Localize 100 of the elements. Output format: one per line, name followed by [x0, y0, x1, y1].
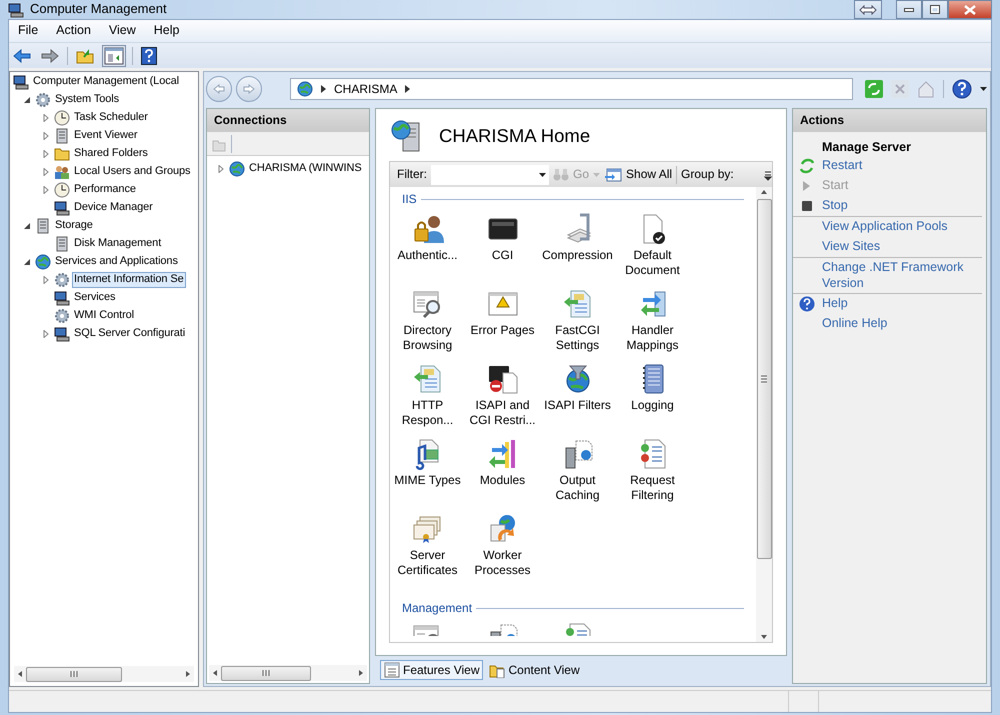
back-button[interactable] — [11, 46, 33, 64]
grip-icon — [70, 671, 78, 677]
view-tab[interactable]: Features View — [380, 660, 484, 680]
feature-item[interactable]: FastCGI Settings — [540, 288, 615, 363]
console-tree-button[interactable] — [102, 44, 126, 66]
menu-item[interactable]: Action — [47, 23, 100, 39]
feature-item[interactable]: ISAPI and CGI Restri... — [465, 363, 540, 438]
help-icon — [141, 46, 157, 64]
scrollbar-thumb[interactable] — [221, 666, 311, 680]
close-button[interactable] — [948, 0, 992, 19]
refresh-icon[interactable] — [865, 80, 883, 98]
breadcrumb-item[interactable]: CHARISMA — [334, 82, 398, 96]
caret-icon — [593, 172, 600, 176]
tree-item[interactable]: Internet Information Se — [72, 272, 186, 288]
tree-item[interactable]: Performance — [72, 182, 138, 198]
scrollbar-thumb[interactable] — [26, 666, 122, 682]
document-arrow-icon — [412, 363, 444, 395]
feature-item[interactable]: Output Caching — [540, 438, 615, 513]
globe-icon — [35, 254, 51, 270]
expander-icon[interactable] — [23, 222, 31, 230]
help-icon[interactable] — [952, 79, 972, 99]
toolbar-overflow-icon[interactable] — [764, 168, 772, 180]
feature-item[interactable]: MIME Types — [390, 438, 465, 513]
feature-item[interactable]: Directory Browsing — [390, 288, 465, 363]
right-arrow-icon — [243, 84, 255, 94]
computer-icon — [8, 2, 24, 18]
scrollbar-thumb[interactable] — [756, 199, 772, 559]
pane-header: Actions — [793, 109, 986, 132]
tree-item[interactable]: Shared Folders — [72, 146, 150, 162]
forward-button[interactable] — [39, 46, 61, 64]
computer-icon — [54, 200, 70, 216]
expander-icon[interactable] — [23, 258, 31, 266]
horizontal-scrollbar[interactable] — [209, 665, 367, 681]
caret-icon[interactable] — [980, 87, 987, 91]
feature-item[interactable]: Authentic... — [390, 213, 465, 288]
feature-item[interactable]: Worker Processes — [465, 513, 540, 588]
back-button[interactable] — [206, 76, 232, 102]
tree-item[interactable]: Device Manager — [72, 200, 155, 216]
group-header: Management — [402, 600, 472, 616]
feature-item[interactable]: Default Document — [615, 213, 690, 288]
tree-item[interactable]: Disk Management — [72, 236, 164, 252]
feature-item[interactable]: CGI — [465, 213, 540, 288]
menu-item[interactable]: Help — [144, 23, 188, 39]
computer-icon — [54, 326, 70, 342]
feature-item[interactable]: Logging — [615, 363, 690, 438]
feature-item[interactable]: Error Pages — [465, 288, 540, 363]
minimize-button[interactable] — [896, 0, 922, 19]
home-icon[interactable] — [917, 80, 935, 98]
tree-item[interactable]: Services — [72, 290, 118, 306]
forward-button[interactable] — [236, 76, 262, 102]
tree-item[interactable]: Local Users and Groups — [72, 164, 192, 180]
action-link[interactable]: View Sites — [822, 239, 880, 255]
tree-item[interactable]: WMI Control — [72, 308, 136, 324]
expander-icon[interactable] — [23, 96, 31, 104]
grip-icon — [761, 375, 767, 383]
tree-item[interactable]: Task Scheduler — [72, 110, 150, 126]
help-icon — [799, 296, 815, 312]
people-icon — [54, 164, 70, 180]
feature-item[interactable]: Server Certificates — [390, 513, 465, 588]
show-all-button[interactable]: Show All — [604, 166, 672, 182]
stop-icon[interactable] — [891, 80, 909, 98]
menu-item[interactable]: View — [100, 23, 145, 39]
feature-item[interactable]: Compression — [540, 213, 615, 288]
feature-item[interactable]: Request Filtering — [615, 438, 690, 513]
feature-item[interactable]: Modules — [465, 438, 540, 513]
action-link[interactable]: Stop — [822, 198, 848, 214]
maximize-button[interactable] — [922, 0, 948, 19]
action-link[interactable]: View Application Pools — [822, 219, 948, 235]
feature-item[interactable]: ISAPI Filters — [540, 363, 615, 438]
tree-item[interactable]: Event Viewer — [72, 128, 140, 144]
action-link[interactable]: Help — [822, 296, 848, 312]
tree-item[interactable]: Storage — [53, 218, 95, 234]
clock-icon — [54, 182, 70, 198]
view-tab[interactable]: Content View — [485, 660, 584, 680]
vertical-scrollbar[interactable] — [756, 187, 772, 642]
padlock-person-icon — [412, 213, 444, 245]
address-bar[interactable]: CHARISMA — [290, 78, 853, 100]
action-link[interactable]: Change .NET Framework Version — [822, 260, 972, 292]
computer-icon — [54, 290, 70, 306]
tree-item[interactable]: System Tools — [53, 92, 122, 108]
document-arrow-icon — [562, 288, 594, 320]
help-button[interactable] — [139, 44, 159, 66]
tree-item[interactable]: CHARISMA (WINWINS — [247, 161, 364, 177]
horizontal-scrollbar[interactable] — [14, 666, 194, 682]
feature-item[interactable]: Handler Mappings — [615, 288, 690, 363]
action-link[interactable]: Online Help — [822, 316, 888, 332]
feature-item[interactable]: HTTP Respon... — [390, 363, 465, 438]
action-link[interactable]: Restart — [822, 158, 862, 174]
folder-icon — [54, 146, 70, 162]
server-icon — [35, 218, 51, 234]
filter-field[interactable] — [431, 164, 549, 184]
tree-item[interactable]: Computer Management (Local — [31, 74, 181, 90]
resize-button[interactable] — [854, 0, 882, 19]
menu-item[interactable]: File — [9, 23, 48, 39]
grip-icon — [262, 670, 270, 676]
server-icon — [54, 236, 70, 252]
binoculars-icon — [553, 168, 569, 182]
globe-icon — [229, 161, 245, 177]
tree-item[interactable]: Services and Applications — [53, 254, 180, 270]
tree-item[interactable]: SQL Server Configurati — [72, 326, 188, 342]
